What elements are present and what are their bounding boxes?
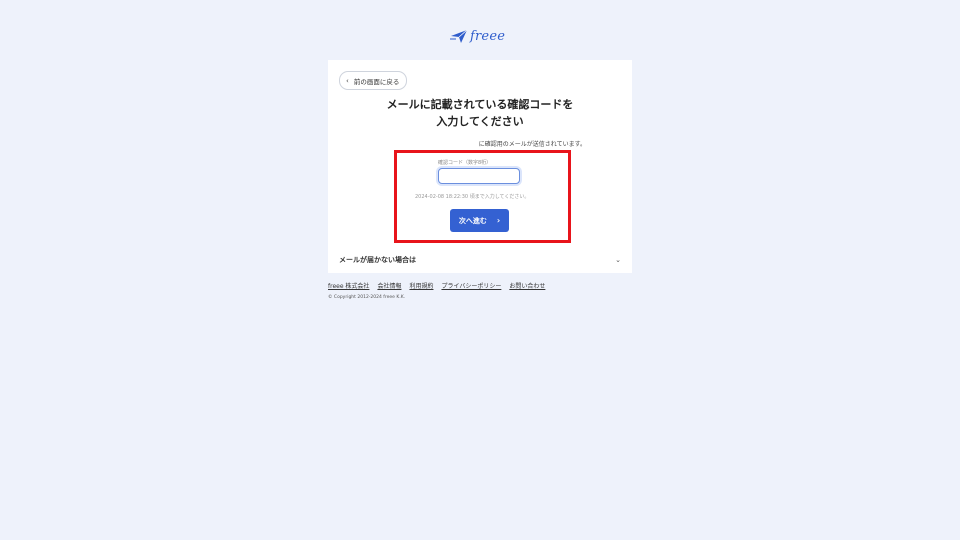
freee-logo: freee (450, 24, 512, 48)
no-email-accordion[interactable]: メールが届かない場合は ⌄ (339, 253, 621, 267)
back-button-label: 前の画面に戻る (353, 77, 400, 86)
next-button-label: 次へ進む (458, 216, 487, 225)
next-button[interactable]: 次へ進む › (450, 209, 509, 232)
footer-link-terms[interactable]: 利用規約 (409, 281, 433, 290)
copyright-text: © Copyright 2012-2024 freee K.K. (328, 295, 406, 300)
chevron-right-icon: › (496, 216, 501, 225)
brand-wordmark: freee (470, 28, 506, 44)
page-title-line1: メールに記載されている確認コードを (386, 98, 574, 111)
footer-link-company-info[interactable]: 会社情報 (377, 281, 401, 290)
email-sent-note: に確認用のメールが送信されています。 (478, 141, 586, 148)
footer-link-privacy[interactable]: プライバシーポリシー (441, 281, 501, 290)
deadline-note: 2024-02-08 18:22:30 頃まで入力してください。 (415, 194, 530, 200)
footer-link-contact[interactable]: お問い合わせ (509, 281, 545, 290)
verification-card: ‹ 前の画面に戻る メールに記載されている確認コードを 入力してください に確認… (328, 60, 632, 273)
chevron-left-icon: ‹ (346, 76, 349, 85)
page-title: メールに記載されている確認コードを 入力してください (328, 96, 632, 130)
no-email-accordion-label: メールが届かない場合は (339, 256, 416, 264)
chevron-down-icon: ⌄ (615, 256, 621, 264)
verification-code-input[interactable] (438, 168, 520, 184)
footer-link-company[interactable]: freee 株式会社 (328, 281, 369, 290)
code-field-label: 確認コード（数字8桁） (438, 160, 492, 166)
back-button[interactable]: ‹ 前の画面に戻る (339, 71, 408, 90)
page-title-line2: 入力してください (436, 115, 524, 128)
footer-links: freee 株式会社 会社情報 利用規約 プライバシーポリシー お問い合わせ (328, 281, 545, 290)
paper-plane-icon (450, 29, 468, 43)
